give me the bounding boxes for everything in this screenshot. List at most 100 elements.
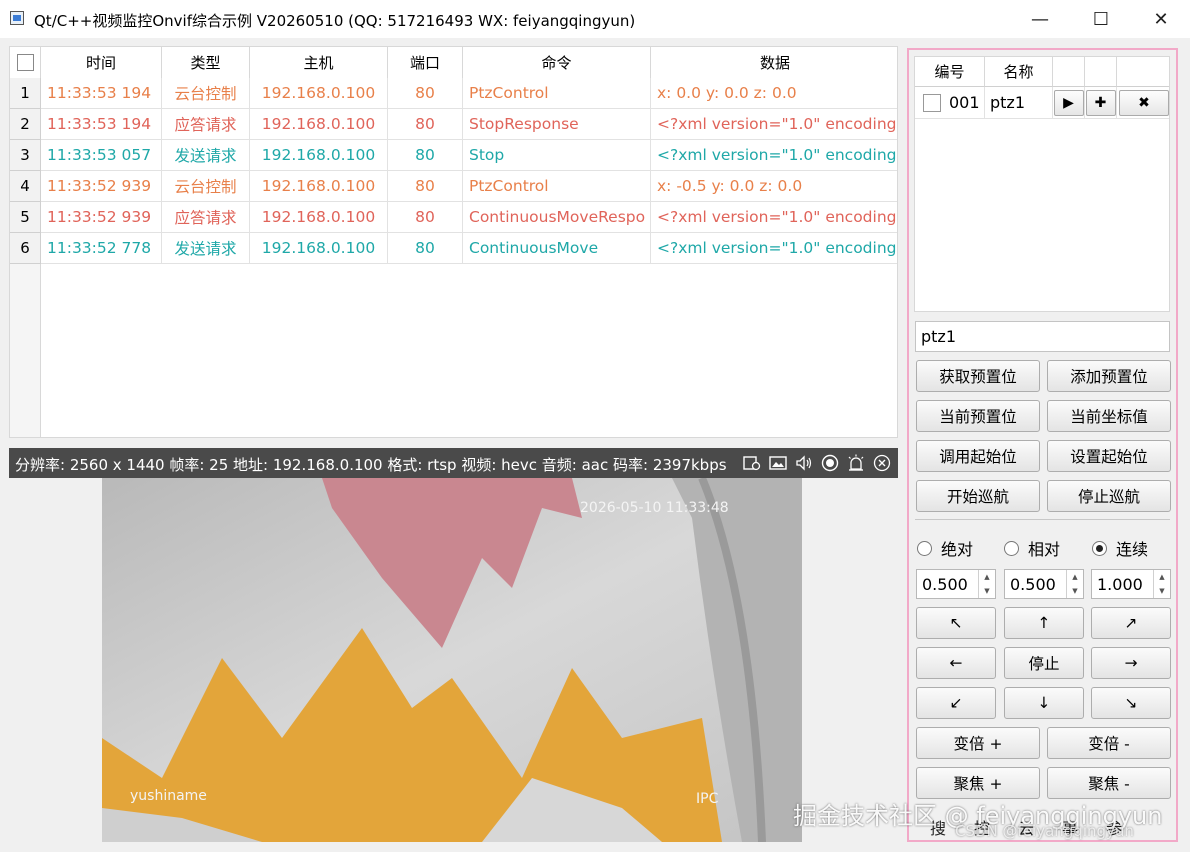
row-time[interactable]: 11:33:52 778: [41, 233, 162, 264]
row-type[interactable]: 发送请求: [162, 233, 250, 264]
table-row[interactable]: 3 11:33:53 057 发送请求 192.168.0.100 80 Stop <?xm…: [10, 140, 897, 171]
row-data[interactable]: <?xml version="1.0" encoding=": [651, 202, 897, 233]
header-time[interactable]: 时间: [41, 47, 162, 78]
header-command[interactable]: 命令: [463, 47, 651, 78]
row-number[interactable]: 5: [10, 202, 41, 233]
spin-arrows-icon[interactable]: ▲ ▼: [978, 570, 995, 598]
row-command[interactable]: ContinuousMove: [463, 233, 651, 264]
row-time[interactable]: 11:33:53 057: [41, 140, 162, 171]
zoom-out-button[interactable]: 变倍 -: [1047, 727, 1171, 759]
row-host[interactable]: 192.168.0.100: [250, 140, 388, 171]
close-circle-icon[interactable]: [871, 452, 893, 474]
spin-arrows-icon[interactable]: ▲ ▼: [1153, 570, 1170, 598]
log-table[interactable]: 时间 类型 主机 端口 命令 数据 1 11:33:53 194 云台控制 192.1…: [9, 46, 898, 438]
preset-header-id[interactable]: 编号: [915, 57, 985, 87]
row-port[interactable]: 80: [388, 109, 463, 140]
preset-remove-button[interactable]: ✖: [1119, 89, 1169, 116]
table-row[interactable]: 1 11:33:53 194 云台控制 192.168.0.100 80 PtzContr…: [10, 78, 897, 109]
minimize-button[interactable]: —: [1010, 0, 1070, 38]
row-host[interactable]: 192.168.0.100: [250, 233, 388, 264]
row-host[interactable]: 192.168.0.100: [250, 109, 388, 140]
get-presets-button[interactable]: 获取预置位: [916, 360, 1040, 392]
select-all-checkbox[interactable]: [10, 47, 41, 78]
move-up-right-button[interactable]: ↗: [1091, 607, 1171, 639]
preset-header-name[interactable]: 名称: [985, 57, 1053, 87]
move-left-button[interactable]: ←: [916, 647, 996, 679]
close-window-button[interactable]: ✕: [1131, 0, 1190, 38]
row-type[interactable]: 应答请求: [162, 109, 250, 140]
speed-x-spinbox[interactable]: 0.500 ▲ ▼: [916, 569, 996, 599]
row-time[interactable]: 11:33:52 939: [41, 171, 162, 202]
mode-continuous-radio[interactable]: 连续: [1092, 536, 1148, 560]
move-down-right-button[interactable]: ↘: [1091, 687, 1171, 719]
move-right-button[interactable]: →: [1091, 647, 1171, 679]
row-number[interactable]: 1: [10, 78, 41, 109]
record-icon[interactable]: [741, 452, 763, 474]
move-up-button[interactable]: ↑: [1004, 607, 1084, 639]
row-command[interactable]: ContinuousMoveRespo: [463, 202, 651, 233]
spin-arrows-icon[interactable]: ▲ ▼: [1066, 570, 1083, 598]
mode-absolute-radio[interactable]: 绝对: [917, 536, 973, 560]
table-row[interactable]: 4 11:33:52 939 云台控制 192.168.0.100 80 PtzContr…: [10, 171, 897, 202]
table-row[interactable]: 6 11:33:52 778 发送请求 192.168.0.100 80 Continuo…: [10, 233, 897, 264]
call-home-button[interactable]: 调用起始位: [916, 440, 1040, 472]
row-data[interactable]: <?xml version="1.0" encoding=": [651, 233, 897, 264]
row-number[interactable]: 2: [10, 109, 41, 140]
row-time[interactable]: 11:33:53 194: [41, 109, 162, 140]
row-host[interactable]: 192.168.0.100: [250, 78, 388, 109]
video-frame[interactable]: 2026-05-10 11:33:48 yushiname IPC: [102, 478, 802, 842]
row-type[interactable]: 发送请求: [162, 140, 250, 171]
row-port[interactable]: 80: [388, 233, 463, 264]
sound-icon[interactable]: [793, 452, 815, 474]
preset-row-id-cell[interactable]: 001: [915, 87, 985, 119]
row-command[interactable]: PtzControl: [463, 78, 651, 109]
row-command[interactable]: StopResponse: [463, 109, 651, 140]
preset-name[interactable]: ptz1: [985, 87, 1053, 119]
start-tour-button[interactable]: 开始巡航: [916, 480, 1040, 512]
speed-y-spinbox[interactable]: 0.500 ▲ ▼: [1004, 569, 1084, 599]
mode-relative-radio[interactable]: 相对: [1004, 536, 1060, 560]
preset-add-button[interactable]: ✚: [1085, 89, 1116, 116]
header-port[interactable]: 端口: [388, 47, 463, 78]
header-data[interactable]: 数据: [651, 47, 897, 78]
row-number[interactable]: 4: [10, 171, 41, 202]
row-host[interactable]: 192.168.0.100: [250, 171, 388, 202]
row-data[interactable]: x: -0.5 y: 0.0 z: 0.0: [651, 171, 897, 202]
row-port[interactable]: 80: [388, 78, 463, 109]
table-row[interactable]: 2 11:33:53 194 应答请求 192.168.0.100 80 StopResp…: [10, 109, 897, 140]
set-home-button[interactable]: 设置起始位: [1047, 440, 1171, 472]
row-time[interactable]: 11:33:53 194: [41, 78, 162, 109]
focus-out-button[interactable]: 聚焦 -: [1047, 767, 1171, 799]
preset-row-checkbox[interactable]: [923, 93, 941, 112]
speed-z-spinbox[interactable]: 1.000 ▲ ▼: [1091, 569, 1171, 599]
target-icon[interactable]: [819, 452, 841, 474]
row-data[interactable]: x: 0.0 y: 0.0 z: 0.0: [651, 78, 897, 109]
move-down-left-button[interactable]: ↙: [916, 687, 996, 719]
row-port[interactable]: 80: [388, 140, 463, 171]
row-type[interactable]: 云台控制: [162, 171, 250, 202]
preset-play-button[interactable]: ▶: [1053, 89, 1084, 116]
row-time[interactable]: 11:33:52 939: [41, 202, 162, 233]
preset-table[interactable]: 编号 名称 001 ptz1 ▶ ✚ ✖: [914, 56, 1170, 312]
snapshot-icon[interactable]: [767, 452, 789, 474]
preset-name-input[interactable]: ptz1: [915, 321, 1170, 352]
stop-tour-button[interactable]: 停止巡航: [1047, 480, 1171, 512]
alarm-icon[interactable]: [845, 452, 867, 474]
row-host[interactable]: 192.168.0.100: [250, 202, 388, 233]
header-type[interactable]: 类型: [162, 47, 250, 78]
table-row[interactable]: 5 11:33:52 939 应答请求 192.168.0.100 80 Continuo…: [10, 202, 897, 233]
move-up-left-button[interactable]: ↖: [916, 607, 996, 639]
row-type[interactable]: 应答请求: [162, 202, 250, 233]
row-port[interactable]: 80: [388, 202, 463, 233]
row-port[interactable]: 80: [388, 171, 463, 202]
row-number[interactable]: 6: [10, 233, 41, 264]
move-down-button[interactable]: ↓: [1004, 687, 1084, 719]
row-number[interactable]: 3: [10, 140, 41, 171]
add-preset-button[interactable]: 添加预置位: [1047, 360, 1171, 392]
row-command[interactable]: Stop: [463, 140, 651, 171]
current-preset-button[interactable]: 当前预置位: [916, 400, 1040, 432]
stop-move-button[interactable]: 停止: [1004, 647, 1084, 679]
header-host[interactable]: 主机: [250, 47, 388, 78]
focus-in-button[interactable]: 聚焦 +: [916, 767, 1040, 799]
maximize-button[interactable]: ☐: [1071, 0, 1131, 38]
